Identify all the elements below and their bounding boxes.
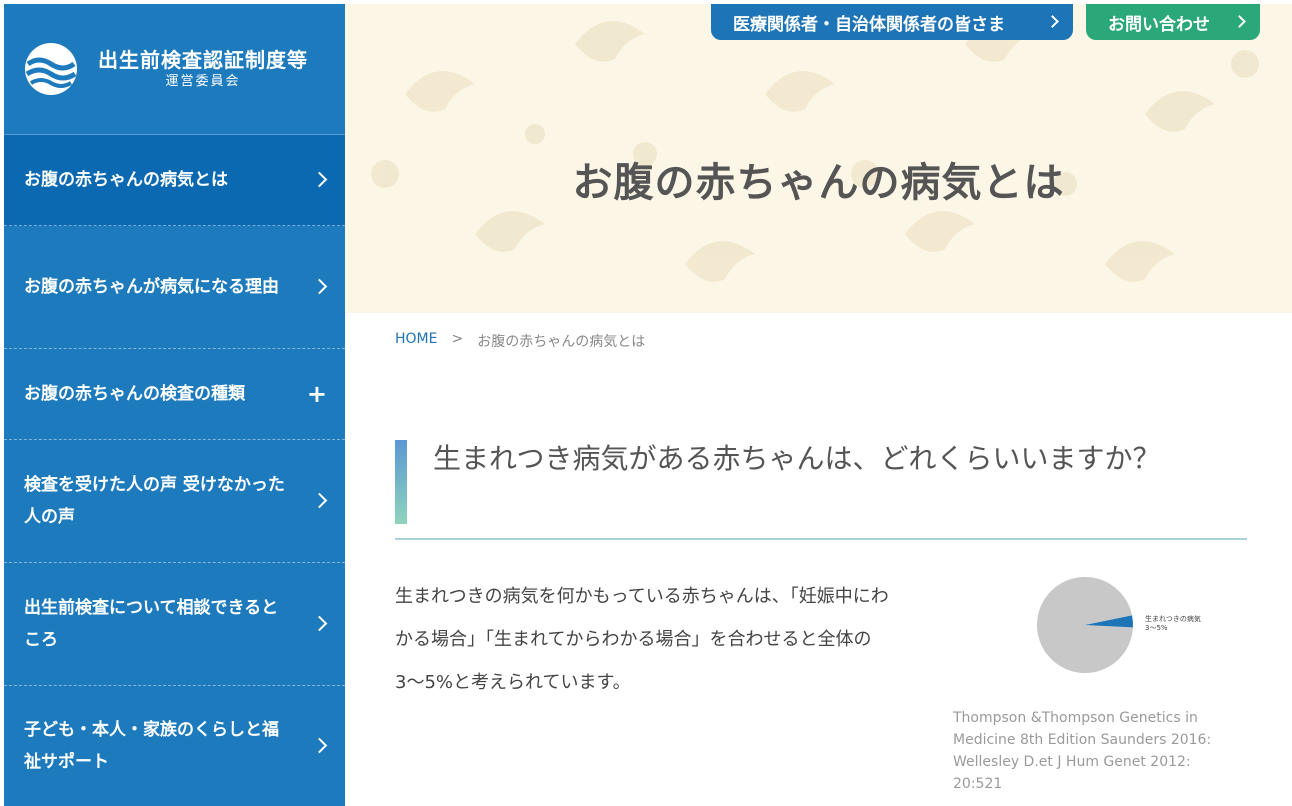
logo-title: 出生前検査認証制度等 [98, 48, 308, 72]
contact-button-label: お問い合わせ [1108, 14, 1210, 35]
sidebar: 出生前検査認証制度等 運営委員会 お腹の赤ちゃんの病気とは お腹の赤ちゃんが病気… [4, 4, 345, 806]
section-heading: 生まれつき病気がある赤ちゃんは、どれくらいいますか？ [395, 440, 1247, 540]
logo-wave-icon [25, 43, 77, 95]
pie-label-name: 生まれつきの病気 [1145, 615, 1201, 623]
sidebar-item-voices[interactable]: 検査を受けた人の声 受けなかった人の声 [4, 440, 345, 563]
breadcrumb-home-link[interactable]: HOME [395, 331, 437, 351]
sidebar-item-disease-reason[interactable]: お腹の赤ちゃんが病気になる理由 [4, 226, 345, 349]
pie-chart: 生まれつきの病気 3〜5% [1036, 575, 1246, 675]
section-body-text: 生まれつきの病気を何かもっている赤ちゃんは、「妊娠中にわかる場合」「生まれてから… [395, 586, 889, 693]
breadcrumb-current: お腹の赤ちゃんの病気とは [477, 334, 646, 350]
sidebar-item-label: お腹の赤ちゃんが病気になる理由 [24, 277, 279, 297]
chevron-right-icon [1233, 15, 1246, 28]
sidebar-item-consultation[interactable]: 出生前検査について相談できるところ [4, 563, 345, 686]
site-logo[interactable]: 出生前検査認証制度等 運営委員会 [4, 4, 345, 135]
sidebar-item-label: 出生前検査について相談できるところ [24, 598, 279, 650]
pie-label: 生まれつきの病気 3〜5% [1145, 615, 1201, 633]
hero-banner: お腹の赤ちゃんの病気とは 医療関係者・自治体関係者の皆さま お問い合わせ [345, 4, 1292, 313]
section-heading-text: 生まれつき病気がある赤ちゃんは、どれくらいいますか？ [433, 442, 1161, 475]
contact-button[interactable]: お問い合わせ [1086, 4, 1260, 40]
heading-accent-bar [395, 440, 407, 524]
chevron-right-icon [311, 737, 328, 753]
sidebar-item-welfare[interactable]: 子ども・本人・家族のくらしと福祉サポート [4, 686, 345, 805]
plus-icon[interactable]: + [307, 381, 327, 407]
breadcrumb: HOME > お腹の赤ちゃんの病気とは [395, 331, 645, 351]
chevron-right-icon [311, 615, 328, 632]
sidebar-item-test-types[interactable]: お腹の赤ちゃんの検査の種類 + [4, 349, 345, 440]
medical-professionals-button[interactable]: 医療関係者・自治体関係者の皆さま [711, 4, 1073, 40]
page-title: お腹の赤ちゃんの病気とは [572, 160, 1065, 206]
sidebar-item-label: お腹の赤ちゃんの病気とは [24, 170, 228, 190]
sidebar-item-label: 検査を受けた人の声 受けなかった人の声 [24, 475, 285, 527]
chevron-right-icon [1046, 15, 1059, 28]
logo-subtitle: 運営委員会 [165, 74, 241, 89]
sidebar-item-label: 子ども・本人・家族のくらしと福祉サポート [24, 719, 279, 772]
chevron-right-icon [311, 492, 328, 509]
pie-chart-svg [1037, 577, 1133, 673]
sidebar-item-baby-disease[interactable]: お腹の赤ちゃんの病気とは [4, 135, 345, 226]
medical-button-label: 医療関係者・自治体関係者の皆さま [733, 14, 1005, 35]
pie-label-value: 3〜5% [1145, 624, 1168, 632]
logo-text: 出生前検査認証制度等 運営委員会 [98, 47, 308, 91]
citation-text: Thompson &Thompson Genetics in Medicine … [953, 710, 1212, 792]
chevron-right-icon [311, 278, 328, 295]
sidebar-item-label: お腹の赤ちゃんの検査の種類 [24, 384, 245, 404]
breadcrumb-separator: > [451, 331, 464, 347]
chevron-right-icon [311, 171, 328, 188]
